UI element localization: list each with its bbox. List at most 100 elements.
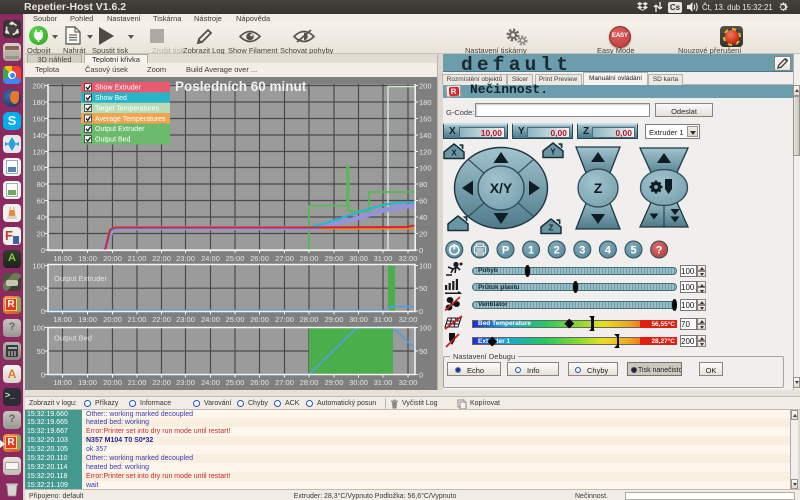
svg-text:100: 100 <box>419 164 432 173</box>
svg-text:31:00: 31:00 <box>374 254 393 263</box>
svg-text:50: 50 <box>419 284 427 293</box>
svg-text:22:00: 22:00 <box>152 315 171 324</box>
svg-text:Output Extruder: Output Extruder <box>95 126 145 133</box>
svg-text:27:00: 27:00 <box>275 315 294 324</box>
svg-text:Y: Y <box>550 148 556 157</box>
svg-text:28:00: 28:00 <box>300 378 319 387</box>
svg-text:21:00: 21:00 <box>128 254 147 263</box>
svg-text:Average Temperatures: Average Temperatures <box>95 116 166 123</box>
svg-text:2: 2 <box>554 245 560 257</box>
svg-text:24:00: 24:00 <box>201 315 220 324</box>
svg-text:0: 0 <box>41 307 45 316</box>
svg-text:0: 0 <box>419 246 423 255</box>
svg-text:160: 160 <box>419 115 432 124</box>
svg-text:60: 60 <box>419 197 427 206</box>
svg-text:100: 100 <box>419 262 432 271</box>
svg-text:31:00: 31:00 <box>374 378 393 387</box>
svg-text:28:00: 28:00 <box>300 315 319 324</box>
svg-text:Z: Z <box>594 180 603 196</box>
svg-text:25:00: 25:00 <box>226 378 245 387</box>
svg-text:X: X <box>451 149 457 158</box>
svg-text:180: 180 <box>32 98 45 107</box>
svg-text:20: 20 <box>419 230 427 239</box>
svg-text:27:00: 27:00 <box>275 378 294 387</box>
svg-text:50: 50 <box>37 347 45 356</box>
svg-text:26:00: 26:00 <box>250 378 269 387</box>
svg-text:20:00: 20:00 <box>103 315 122 324</box>
svg-text:50: 50 <box>419 347 427 356</box>
svg-text:23:00: 23:00 <box>176 315 195 324</box>
svg-text:32:00: 32:00 <box>399 315 418 324</box>
svg-text:29:00: 29:00 <box>325 378 344 387</box>
svg-text:140: 140 <box>32 131 45 140</box>
svg-text:Output Bed: Output Bed <box>95 137 131 144</box>
svg-text:21:00: 21:00 <box>128 378 147 387</box>
svg-text:30:00: 30:00 <box>349 254 368 263</box>
svg-text:Show Bed: Show Bed <box>95 95 127 102</box>
svg-text:24:00: 24:00 <box>201 254 220 263</box>
svg-text:32:00: 32:00 <box>399 378 418 387</box>
svg-text:120: 120 <box>419 148 432 157</box>
svg-text:5: 5 <box>630 245 636 257</box>
svg-text:Output Extruder: Output Extruder <box>54 274 107 283</box>
svg-text:140: 140 <box>419 131 432 140</box>
svg-text:23:00: 23:00 <box>176 378 195 387</box>
svg-text:Output Bed: Output Bed <box>54 334 92 343</box>
svg-text:Posledních 60 minut: Posledních 60 minut <box>175 79 307 94</box>
svg-text:60: 60 <box>37 197 45 206</box>
svg-text:32:00: 32:00 <box>399 254 418 263</box>
svg-text:26:00: 26:00 <box>250 254 269 263</box>
svg-text:40: 40 <box>37 213 45 222</box>
svg-text:30:00: 30:00 <box>349 378 368 387</box>
svg-text:0: 0 <box>419 371 423 380</box>
svg-text:3: 3 <box>579 245 585 257</box>
svg-text:160: 160 <box>32 115 45 124</box>
svg-text:0: 0 <box>41 371 45 380</box>
svg-text:30:00: 30:00 <box>349 315 368 324</box>
svg-text:20:00: 20:00 <box>103 378 122 387</box>
svg-text:200: 200 <box>32 82 45 91</box>
svg-text:25:00: 25:00 <box>226 254 245 263</box>
svg-text:29:00: 29:00 <box>325 254 344 263</box>
svg-text:0: 0 <box>419 307 423 316</box>
svg-text:80: 80 <box>37 180 45 189</box>
svg-text:Target Temperatures: Target Temperatures <box>95 105 160 112</box>
svg-text:Z: Z <box>549 224 554 233</box>
svg-text:19:00: 19:00 <box>78 378 97 387</box>
svg-text:100: 100 <box>419 324 432 333</box>
svg-text:X/Y: X/Y <box>490 180 513 196</box>
svg-text:180: 180 <box>419 98 432 107</box>
svg-text:31:00: 31:00 <box>374 315 393 324</box>
svg-text:0: 0 <box>41 246 45 255</box>
svg-text:25:00: 25:00 <box>226 315 245 324</box>
svg-text:26:00: 26:00 <box>250 315 269 324</box>
svg-text:21:00: 21:00 <box>128 315 147 324</box>
svg-text:23:00: 23:00 <box>176 254 195 263</box>
svg-text:1: 1 <box>528 245 534 257</box>
svg-text:P: P <box>502 245 509 257</box>
svg-text:20: 20 <box>37 230 45 239</box>
svg-text:28:00: 28:00 <box>300 254 319 263</box>
svg-text:Show Extruder: Show Extruder <box>95 85 142 92</box>
svg-text:100: 100 <box>32 262 45 271</box>
svg-text:20:00: 20:00 <box>103 254 122 263</box>
svg-text:200: 200 <box>419 82 432 91</box>
svg-text:50: 50 <box>37 284 45 293</box>
svg-text:29:00: 29:00 <box>325 315 344 324</box>
svg-text:18:00: 18:00 <box>53 315 72 324</box>
svg-text:100: 100 <box>32 164 45 173</box>
svg-text:?: ? <box>656 245 663 257</box>
svg-text:22:00: 22:00 <box>152 254 171 263</box>
svg-text:80: 80 <box>419 180 427 189</box>
svg-text:40: 40 <box>419 213 427 222</box>
svg-text:22:00: 22:00 <box>152 378 171 387</box>
svg-text:100: 100 <box>32 324 45 333</box>
svg-text:19:00: 19:00 <box>78 254 97 263</box>
svg-text:19:00: 19:00 <box>78 315 97 324</box>
svg-text:120: 120 <box>32 148 45 157</box>
svg-text:4: 4 <box>605 245 612 257</box>
svg-text:27:00: 27:00 <box>275 254 294 263</box>
svg-text:18:00: 18:00 <box>53 254 72 263</box>
svg-text:18:00: 18:00 <box>53 378 72 387</box>
svg-text:24:00: 24:00 <box>201 378 220 387</box>
